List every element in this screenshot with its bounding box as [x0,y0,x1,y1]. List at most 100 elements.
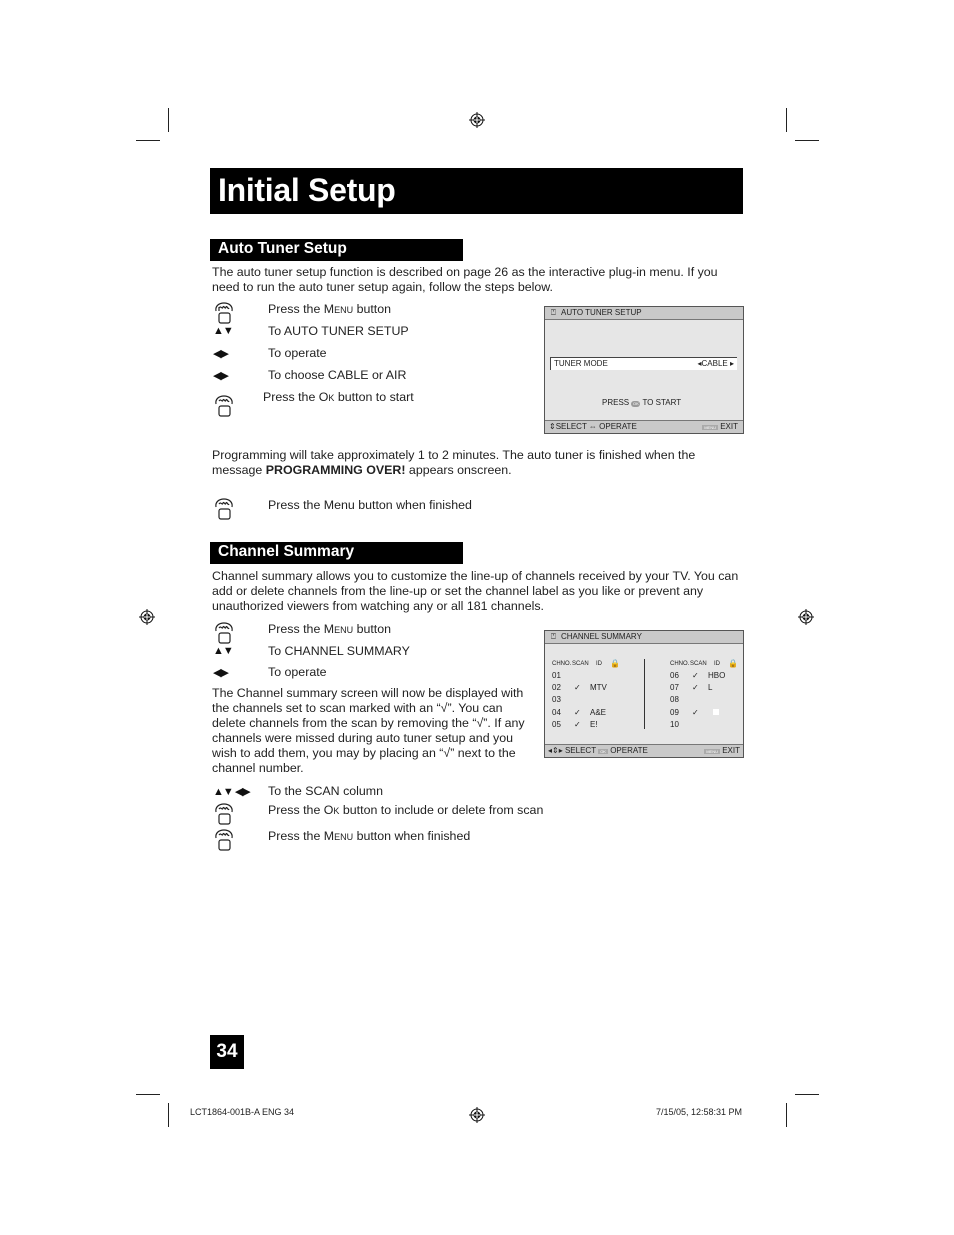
channel-row[interactable]: 06 ✓ HBO [670,670,740,682]
channel-id: E! [590,719,598,729]
tuner-mode-row: TUNER MODE ◂CABLE ▸ [550,357,737,370]
scan-check-icon[interactable]: ✓ [692,683,699,692]
step-choose-cable-air: To choose CABLE or AIR [268,368,407,382]
channel-number: 08 [670,695,679,705]
channel-id: HBO [708,671,726,680]
left-right-arrows-icon: ◀▶ [213,348,229,360]
channel-row[interactable]: 05 ✓ E! [552,719,638,731]
crop-mark [136,1094,160,1095]
channel-row[interactable]: 04 ✓ A&E [552,707,638,719]
hand-press-icon [215,498,233,520]
footer-doc-id: LCT1864-001B-A ENG 34 [190,1107,295,1117]
all-arrows-icon: ▲▼ ◀▶ [213,786,251,798]
step-channel-summary: To CHANNEL SUMMARY [268,644,410,658]
crop-mark [786,108,787,132]
step-menu-finished: Press the Menu button when finished [268,498,472,512]
osd-footer: ⇕SELECT ⇔ OPERATE MENU EXIT [545,420,743,433]
page-title: Initial Setup [218,172,396,208]
column-header: SCAN [572,661,589,667]
step-operate: To operate [268,665,327,679]
crop-mark [168,108,169,132]
registration-mark-icon [469,112,485,128]
column-header: CHNO. [552,661,572,667]
scan-check-icon[interactable]: ✓ [574,708,581,717]
tv-icon: ⍞ [551,308,556,317]
channel-number: 09 [670,707,679,717]
page-title-bar: Initial Setup [210,168,743,214]
auto-tuner-intro: The auto tuner setup function is describ… [212,265,718,294]
column-header: CHNO. [670,661,690,667]
column-header: ID [596,661,602,667]
channel-row[interactable]: 08 [670,694,740,706]
channel-summary-intro: Channel summary allows you to customize … [212,569,739,613]
channel-number: 06 [670,671,679,680]
crop-mark [786,1103,787,1127]
channel-list-right: CHNO. SCAN ID 🔒 06 ✓ HBO 07 ✓ L 08 09 ✓ 10 [670,658,740,731]
channel-number: 10 [670,719,679,729]
channel-number: 07 [670,683,679,693]
channel-number: 04 [552,707,561,717]
channel-list-left: CHNO. SCAN ID 🔒 01 02 ✓ MTV 03 04 ✓ A&E 05 ✓ E! [552,658,638,731]
tv-icon: ⍞ [551,632,556,641]
registration-mark-icon [139,609,155,625]
section-heading-channel-summary: Channel Summary [210,542,463,564]
channel-row[interactable]: 01 [552,670,638,682]
crop-mark [795,1094,819,1095]
osd-select-hint: ◂⇕▸ SELECT OK OPERATE [548,746,648,755]
page-number: 34 [210,1035,244,1069]
left-right-arrows-icon: ◀▶ [213,667,229,679]
osd-exit-hint: MENU EXIT [704,746,740,755]
channel-row[interactable]: 03 [552,694,638,706]
step-press-ok-start: Press the Ok button to start [263,390,414,404]
osd-title: AUTO TUNER SETUP [561,308,642,317]
up-down-arrows-icon: ▲▼ [213,325,234,337]
step-press-menu-finished: Press the Menu button when finished [268,829,471,843]
lock-icon: 🔒 [610,659,620,668]
step-operate: To operate [268,346,327,360]
step-scan-column: To the SCAN column [268,784,384,798]
osd-channel-summary-screen: ⍞ CHANNEL SUMMARY CHNO. SCAN ID 🔒 01 02 ✓ MTV 03… [544,630,744,758]
column-headers: CHNO. SCAN ID 🔒 [670,658,740,670]
channel-id: L [708,683,713,693]
scan-check-icon[interactable]: ✓ [574,683,581,692]
column-header: ID [714,661,720,667]
channel-id: A&E [590,707,607,717]
osd-exit-hint: MENU EXIT [702,422,738,431]
channel-number: 05 [552,719,561,729]
footer-timestamp: 7/15/05, 12:58:31 PM [655,1107,742,1117]
channel-row[interactable]: 07 ✓ L [670,682,740,694]
column-header: SCAN [690,661,707,667]
id-cursor-box [713,708,719,715]
channel-summary-explain: The Channel summary screen will now be d… [212,686,525,775]
crop-mark [136,140,160,141]
hand-press-icon [215,803,233,825]
osd-header: ⍞ CHANNEL SUMMARY [545,631,743,644]
crop-mark [795,140,819,141]
section-heading-text: Auto Tuner Setup [218,240,347,257]
osd-select-hint: ⇕SELECT ⇔ OPERATE [549,422,637,431]
channel-row[interactable]: 02 ✓ MTV [552,682,638,694]
hand-press-icon [215,622,233,644]
osd-auto-tuner-screen: ⍞ AUTO TUNER SETUP TUNER MODE ◂CABLE ▸ P… [544,306,744,434]
programming-text: Programming will take approximately 1 to… [212,448,696,477]
scan-check-icon[interactable]: ✓ [692,671,699,680]
osd-header: ⍞ AUTO TUNER SETUP [545,307,743,320]
left-right-arrows-icon: ◀▶ [213,370,229,382]
channel-row[interactable]: 10 [670,719,740,731]
osd-title: CHANNEL SUMMARY [561,632,642,641]
column-divider [644,659,645,729]
channel-row[interactable]: 09 ✓ [670,707,740,719]
osd-footer: ◂⇕▸ SELECT OK OPERATE MENU EXIT [545,744,743,757]
step-press-ok-scan: Press the Ok button to include or delete… [268,803,544,817]
channel-id: MTV [590,683,607,693]
section-heading-auto-tuner: Auto Tuner Setup [210,239,463,261]
section-heading-text: Channel Summary [218,543,355,560]
scan-check-icon[interactable]: ✓ [692,708,699,717]
scan-check-icon[interactable]: ✓ [574,720,581,729]
hand-press-icon [215,302,233,324]
channel-number: 02 [552,683,561,693]
registration-mark-icon [798,609,814,625]
tuner-mode-value: ◂CABLE ▸ [697,359,735,368]
crop-mark [168,1103,169,1127]
press-ok-to-start: PRESS OK TO START [602,398,682,407]
